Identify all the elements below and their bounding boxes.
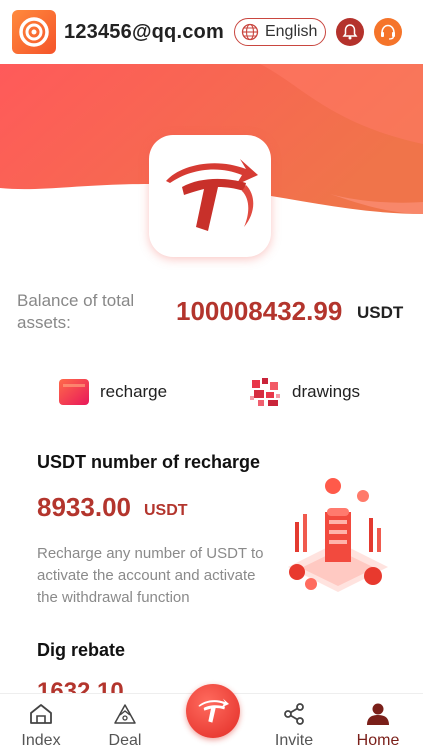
- notification-button[interactable]: [336, 18, 365, 46]
- globe-icon: [241, 23, 259, 41]
- app-logo-icon: [12, 10, 56, 54]
- bell-icon: [342, 24, 358, 40]
- drawings-label: drawings: [292, 382, 361, 401]
- headset-icon: [381, 24, 396, 40]
- brand-logo: [149, 135, 271, 257]
- tab-index-label: Index: [21, 732, 61, 749]
- customer-service-button[interactable]: [374, 18, 403, 46]
- balance-label: Balance of total assets:: [17, 291, 135, 332]
- recharge-button[interactable]: recharge: [56, 372, 167, 412]
- recharge-icon: [56, 374, 92, 410]
- t-logo-small-icon: [198, 698, 229, 723]
- recharge-label: recharge: [100, 382, 168, 401]
- top-header: 123456@qq.com English: [0, 0, 423, 64]
- drawings-icon: [248, 374, 284, 410]
- drawings-button[interactable]: drawings: [248, 372, 360, 412]
- user-icon: [364, 700, 392, 728]
- t-logo-icon: [166, 159, 258, 231]
- balance-value: 100008432.99: [176, 296, 343, 326]
- recharge-unit: USDT: [144, 502, 188, 519]
- dig-rebate-title: Dig rebate: [37, 640, 126, 660]
- center-logo-button[interactable]: [186, 684, 240, 738]
- tab-index[interactable]: Index: [6, 694, 76, 755]
- tab-home[interactable]: Home: [343, 694, 413, 755]
- recharge-card-title: USDT number of recharge: [37, 452, 261, 472]
- tab-invite[interactable]: Invite: [259, 694, 329, 755]
- home-outline-icon: [27, 700, 55, 728]
- account-email: 123456@qq.com: [64, 20, 224, 43]
- tab-deal[interactable]: Deal: [90, 694, 160, 755]
- tab-deal-label: Deal: [108, 732, 142, 749]
- tab-invite-label: Invite: [274, 732, 314, 749]
- share-icon: [280, 700, 308, 728]
- tab-home-label: Home: [356, 732, 400, 749]
- balance-unit: USDT: [357, 303, 404, 322]
- recharge-amount: 8933.00: [37, 492, 131, 522]
- mining-illustration: [283, 472, 393, 602]
- recharge-description: Recharge any number of USDT to activate …: [37, 545, 264, 606]
- deal-icon: [111, 700, 139, 728]
- language-label: English: [264, 23, 318, 40]
- language-selector[interactable]: English: [233, 18, 327, 46]
